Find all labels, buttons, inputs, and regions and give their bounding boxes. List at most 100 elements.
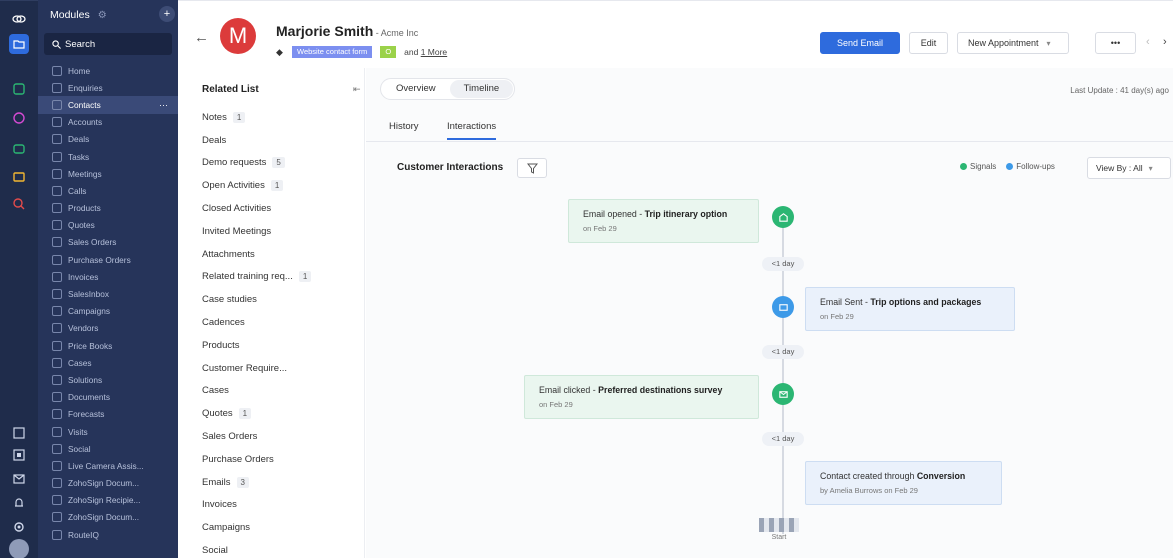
search-input[interactable]: Search bbox=[44, 33, 172, 55]
sidebar-item-purchase-orders[interactable]: Purchase Orders bbox=[38, 251, 178, 268]
email-opened-icon[interactable] bbox=[772, 206, 794, 228]
sidebar-item-invoices[interactable]: Invoices bbox=[38, 268, 178, 285]
sidebar-item-products[interactable]: Products bbox=[38, 200, 178, 217]
related-item[interactable]: Emails 3 bbox=[202, 471, 352, 494]
related-item-label: Quotes bbox=[202, 408, 233, 420]
sidebar-item-sales-orders[interactable]: Sales Orders bbox=[38, 234, 178, 251]
prev-record-icon[interactable]: ‹ bbox=[1146, 36, 1150, 48]
sidebar-item-cases[interactable]: Cases bbox=[38, 354, 178, 371]
tag-secondary[interactable]: O bbox=[380, 46, 397, 58]
new-appointment-button[interactable]: New Appointment ▾ bbox=[957, 32, 1069, 54]
related-item[interactable]: Social bbox=[202, 539, 352, 558]
email-clicked-icon[interactable] bbox=[772, 383, 794, 405]
contact-name: Marjorie Smith bbox=[276, 23, 374, 39]
subtab-history[interactable]: History bbox=[389, 121, 419, 132]
sidebar-item-accounts[interactable]: Accounts bbox=[38, 114, 178, 131]
view-by-select[interactable]: View By : All ▾ bbox=[1087, 157, 1171, 179]
avatar-icon[interactable] bbox=[9, 539, 29, 558]
sidebar-item-label: Price Books bbox=[68, 340, 113, 351]
folder-icon[interactable] bbox=[9, 34, 29, 54]
more-tags-link[interactable]: and 1 More bbox=[404, 47, 447, 57]
sidebar-item-deals[interactable]: Deals bbox=[38, 131, 178, 148]
home-app-icon[interactable] bbox=[9, 79, 29, 99]
module-icon bbox=[52, 151, 62, 162]
email-sent-icon[interactable] bbox=[772, 296, 794, 318]
related-item[interactable]: Attachments bbox=[202, 243, 352, 266]
related-item[interactable]: Sales Orders bbox=[202, 425, 352, 448]
related-item[interactable]: Related training req... 1 bbox=[202, 266, 352, 289]
related-item-label: Closed Activities bbox=[202, 203, 272, 215]
sidebar-item-calls[interactable]: Calls bbox=[38, 182, 178, 199]
next-record-icon[interactable]: › bbox=[1163, 36, 1167, 48]
dashboard-icon[interactable] bbox=[9, 445, 29, 465]
search-rail-icon[interactable] bbox=[9, 194, 29, 214]
related-item[interactable]: Notes 1 bbox=[202, 106, 352, 129]
collapse-panel-icon[interactable]: ⇤ bbox=[353, 84, 361, 95]
sidebar-item-routeiq[interactable]: RouteIQ bbox=[38, 526, 178, 543]
sidebar-item-enquiries[interactable]: Enquiries bbox=[38, 79, 178, 96]
sidebar-item-zohosign-docum[interactable]: ZohoSign Docum... bbox=[38, 475, 178, 492]
sidebar-item-label: Tasks bbox=[68, 151, 90, 162]
related-item[interactable]: Demo requests 5 bbox=[202, 152, 352, 175]
gear-icon[interactable]: ⚙ bbox=[98, 10, 107, 21]
more-actions-button[interactable]: ••• bbox=[1095, 32, 1136, 54]
sidebar-item-live-camera-assis[interactable]: Live Camera Assis... bbox=[38, 457, 178, 474]
sidebar-item-label: ZohoSign Docum... bbox=[68, 512, 140, 523]
logo-icon[interactable] bbox=[9, 9, 29, 29]
chevron-down-icon[interactable]: ▾ bbox=[1047, 39, 1051, 48]
sidebar-item-zohosign-docum[interactable]: ZohoSign Docum... bbox=[38, 509, 178, 526]
analytics-icon[interactable] bbox=[9, 108, 29, 128]
sidebar-item-solutions[interactable]: Solutions bbox=[38, 371, 178, 388]
sidebar-item-price-books[interactable]: Price Books bbox=[38, 337, 178, 354]
related-item[interactable]: Cases bbox=[202, 380, 352, 403]
related-item[interactable]: Customer Require... bbox=[202, 357, 352, 380]
bell-icon[interactable] bbox=[9, 493, 29, 513]
tab-overview[interactable]: Overview bbox=[382, 80, 450, 98]
sidebar-item-salesinbox[interactable]: SalesInbox bbox=[38, 285, 178, 302]
related-item[interactable]: Open Activities 1 bbox=[202, 174, 352, 197]
sidebar-item-forecasts[interactable]: Forecasts bbox=[38, 406, 178, 423]
sidebar-item-social[interactable]: Social bbox=[38, 440, 178, 457]
tag-website-contact-form[interactable]: Website contact form bbox=[292, 46, 373, 58]
settings-icon[interactable] bbox=[9, 517, 29, 537]
edit-button[interactable]: Edit bbox=[909, 32, 948, 54]
import-icon[interactable] bbox=[9, 423, 29, 443]
related-item[interactable]: Deals bbox=[202, 129, 352, 152]
related-item[interactable]: Cadences bbox=[202, 311, 352, 334]
send-email-button[interactable]: Send Email bbox=[820, 32, 900, 54]
related-item[interactable]: Invoices bbox=[202, 494, 352, 517]
sidebar-item-tasks[interactable]: Tasks bbox=[38, 148, 178, 165]
add-module-button[interactable]: + bbox=[159, 6, 175, 22]
legend-followups-dot bbox=[1006, 163, 1014, 170]
related-item[interactable]: Case studies bbox=[202, 288, 352, 311]
related-item[interactable]: Purchase Orders bbox=[202, 448, 352, 471]
sidebar-item-quotes[interactable]: Quotes bbox=[38, 217, 178, 234]
mail-icon[interactable] bbox=[9, 469, 29, 489]
sidebar-item-vendors[interactable]: Vendors bbox=[38, 320, 178, 337]
bag-icon[interactable] bbox=[9, 166, 29, 186]
chat-icon[interactable] bbox=[9, 139, 29, 159]
subtab-interactions[interactable]: Interactions bbox=[447, 121, 497, 140]
sidebar-item-campaigns[interactable]: Campaigns bbox=[38, 303, 178, 320]
timeline-card[interactable]: Email clicked - Preferred destinations s… bbox=[524, 375, 759, 419]
timeline-card[interactable]: Email Sent - Trip options and packages o… bbox=[805, 287, 1015, 331]
back-arrow-icon[interactable]: ← bbox=[194, 29, 209, 46]
sidebar-item-home[interactable]: Home bbox=[38, 62, 178, 79]
sidebar-item-label: Cases bbox=[68, 357, 92, 368]
related-item[interactable]: Quotes 1 bbox=[202, 402, 352, 425]
sidebar-item-meetings[interactable]: Meetings bbox=[38, 165, 178, 182]
count-badge: 1 bbox=[232, 111, 246, 123]
sidebar-item-contacts[interactable]: Contacts ··· bbox=[38, 96, 178, 114]
related-item[interactable]: Closed Activities bbox=[202, 197, 352, 220]
filter-button[interactable] bbox=[517, 158, 547, 178]
tab-timeline[interactable]: Timeline bbox=[449, 80, 514, 98]
timeline-card[interactable]: Contact created through Conversion by Am… bbox=[805, 461, 1002, 505]
sidebar-item-documents[interactable]: Documents bbox=[38, 389, 178, 406]
related-item[interactable]: Products bbox=[202, 334, 352, 357]
sidebar-item-visits[interactable]: Visits bbox=[38, 423, 178, 440]
timeline-card[interactable]: Email opened - Trip itinerary option on … bbox=[568, 199, 759, 243]
sidebar-item-zohosign-recipie[interactable]: ZohoSign Recipie... bbox=[38, 492, 178, 509]
related-item[interactable]: Invited Meetings bbox=[202, 220, 352, 243]
related-item[interactable]: Campaigns bbox=[202, 516, 352, 539]
more-options-icon[interactable]: ··· bbox=[159, 100, 168, 110]
